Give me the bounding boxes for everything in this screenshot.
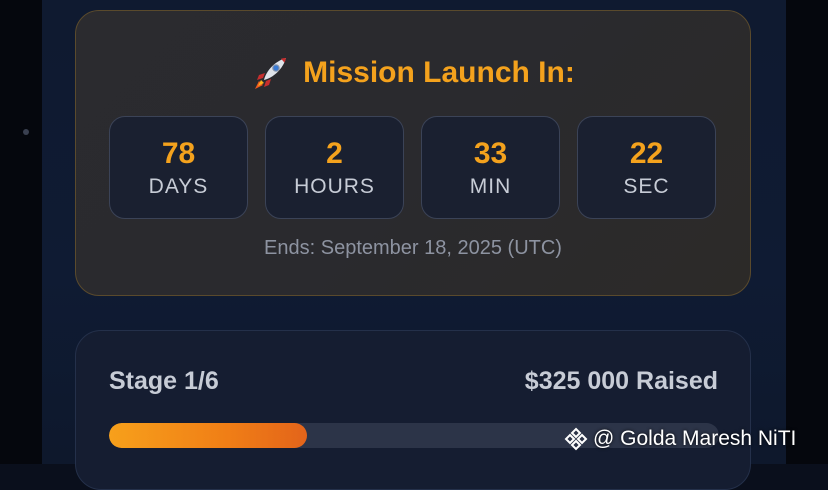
days-value: 78 [161, 136, 196, 170]
raised-amount: $325 000 Raised [524, 367, 718, 395]
seconds-value: 22 [629, 136, 664, 170]
hours-label: HOURS [294, 174, 375, 198]
left-bezel [0, 0, 42, 464]
stage-label: Stage 1/6 [109, 367, 219, 395]
hours-value: 2 [326, 136, 343, 170]
countdown-tiles: 78 DAYS 2 HOURS 33 MIN 22 SEC [109, 116, 716, 219]
days-label: DAYS [148, 174, 209, 198]
minutes-value: 33 [473, 136, 508, 170]
seconds-label: SEC [623, 174, 670, 198]
minutes-label: MIN [469, 174, 512, 198]
stage-card: Stage 1/6 $325 000 Raised [75, 330, 751, 490]
progress-fill [109, 423, 308, 448]
countdown-header: Mission Launch In: [76, 53, 750, 93]
right-bezel [786, 0, 828, 464]
countdown-title: Mission Launch In: [303, 56, 575, 89]
hours-tile: 2 HOURS [265, 116, 404, 219]
watermark: @ Golda Maresh NiTI [563, 424, 796, 454]
end-date-text: Ends: September 18, 2025 (UTC) [264, 237, 562, 259]
bezel-dot [23, 129, 29, 135]
seconds-tile: 22 SEC [577, 116, 716, 219]
binance-logo-icon [563, 426, 589, 452]
watermark-text: @ Golda Maresh NiTI [593, 427, 797, 450]
rocket-icon [251, 53, 291, 93]
countdown-card: Mission Launch In: 78 DAYS 2 HOURS 33 MI… [75, 10, 751, 296]
minutes-tile: 33 MIN [421, 116, 560, 219]
days-tile: 78 DAYS [109, 116, 248, 219]
